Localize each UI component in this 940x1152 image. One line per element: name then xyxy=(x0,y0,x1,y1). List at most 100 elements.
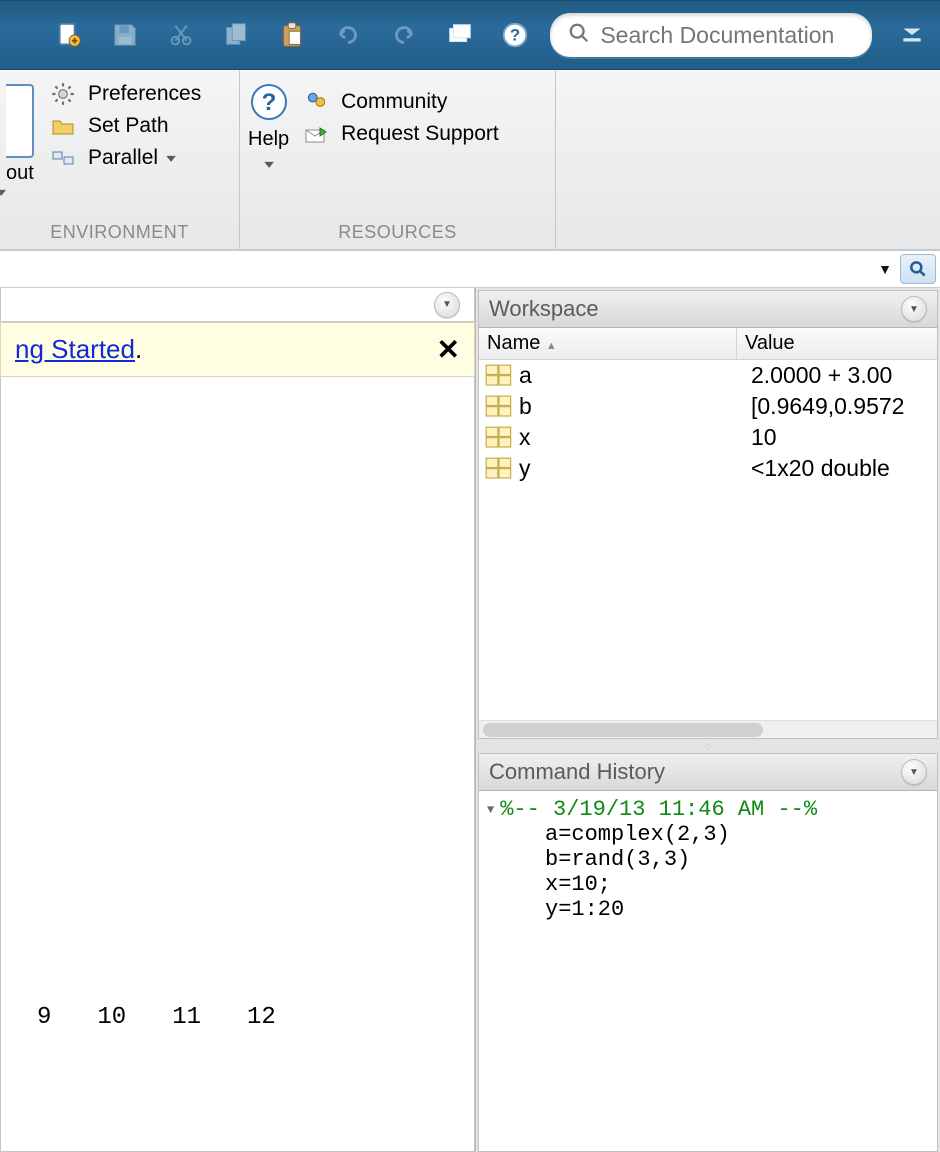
request-support-button[interactable]: Request Support xyxy=(301,118,499,150)
help-icon: ? xyxy=(249,82,289,122)
var-name: a xyxy=(519,362,751,389)
search-icon xyxy=(568,22,590,49)
windows-button[interactable] xyxy=(439,14,481,56)
panel-menu-button[interactable]: ▼ xyxy=(901,296,927,322)
redo-button[interactable] xyxy=(383,14,425,56)
parallel-button[interactable]: Parallel ▾ xyxy=(48,142,201,174)
community-label: Community xyxy=(341,90,447,114)
save-button[interactable] xyxy=(104,14,146,56)
help-main-button[interactable]: ? Help ▾ xyxy=(246,78,291,175)
main-split: ▼ ng Started. ✕ 9 10 11 12 Workspace ▼ xyxy=(0,288,940,1152)
chevron-down-icon: ▾ xyxy=(166,151,176,165)
chevron-down-icon: ▾ xyxy=(0,185,48,199)
variable-icon xyxy=(485,457,513,481)
command-history-header: Command History ▼ xyxy=(478,753,938,791)
cut-button[interactable] xyxy=(160,14,202,56)
var-name: b xyxy=(519,393,751,420)
support-icon xyxy=(301,121,331,147)
history-line[interactable]: a=complex(2,3) xyxy=(487,822,929,847)
banner-close-button[interactable]: ✕ xyxy=(437,333,460,366)
history-line[interactable]: x=10; xyxy=(487,872,929,897)
preferences-label: Preferences xyxy=(88,82,201,106)
quick-access-toolbar: ? xyxy=(0,0,940,70)
variable-icon xyxy=(485,426,513,450)
right-column: Workspace ▼ Name ▲ Value a 2.0000 + 3.00 xyxy=(476,288,940,1152)
column-value[interactable]: Value xyxy=(745,332,795,354)
panel-menu-button[interactable]: ▼ xyxy=(901,759,927,785)
variable-icon xyxy=(485,395,513,419)
var-value: <1x20 double xyxy=(751,455,890,482)
workspace-columns[interactable]: Name ▲ Value xyxy=(479,328,937,360)
current-folder-bar[interactable]: ▼ xyxy=(0,250,940,288)
getting-started-banner: ng Started. ✕ xyxy=(0,322,475,377)
workspace-row[interactable]: y <1x20 double xyxy=(479,453,937,484)
svg-text:?: ? xyxy=(261,89,276,116)
community-icon xyxy=(301,89,331,115)
var-name: x xyxy=(519,424,751,451)
output-value: 10 xyxy=(97,1004,126,1031)
output-value: 9 xyxy=(37,1004,51,1031)
parallel-label: Parallel xyxy=(88,146,158,170)
preferences-button[interactable]: Preferences xyxy=(48,78,201,110)
folder-icon xyxy=(48,113,78,139)
group-title-environment: ENVIRONMENT xyxy=(0,222,239,243)
workspace-row[interactable]: x 10 xyxy=(479,422,937,453)
svg-text:?: ? xyxy=(510,26,520,45)
sort-ascending-icon: ▲ xyxy=(546,340,557,352)
set-path-button[interactable]: Set Path xyxy=(48,110,201,142)
search-documentation[interactable] xyxy=(550,13,871,57)
community-button[interactable]: Community xyxy=(301,86,499,118)
workspace-title: Workspace xyxy=(489,296,599,322)
variable-icon xyxy=(485,364,513,388)
help-button[interactable]: ? xyxy=(495,14,537,56)
workspace-panel: Name ▲ Value a 2.0000 + 3.00 b [0.9649,0… xyxy=(478,328,938,739)
copy-button[interactable] xyxy=(215,14,257,56)
workspace-row[interactable]: b [0.9649,0.9572 xyxy=(479,391,937,422)
command-window-panel: ▼ ng Started. ✕ 9 10 11 12 xyxy=(0,288,476,1152)
history-line[interactable]: b=rand(3,3) xyxy=(487,847,929,872)
ribbon-group-resources: ? Help ▾ Community Request Support xyxy=(240,70,556,249)
ribbon-group-environment: out ▾ Preferences Set Path xyxy=(0,70,240,249)
set-path-label: Set Path xyxy=(88,114,169,138)
history-date: %-- 3/19/13 11:46 AM --% xyxy=(500,797,817,822)
paste-button[interactable] xyxy=(271,14,313,56)
command-history-panel[interactable]: ▼ %-- 3/19/13 11:46 AM --% a=complex(2,3… xyxy=(478,791,938,1152)
workspace-row[interactable]: a 2.0000 + 3.00 xyxy=(479,360,937,391)
scrollbar-thumb[interactable] xyxy=(483,723,763,737)
ribbon: out ▾ Preferences Set Path xyxy=(0,70,940,250)
history-line[interactable]: y=1:20 xyxy=(487,897,929,922)
layout-label-partial: out xyxy=(6,162,38,185)
browse-folder-button[interactable] xyxy=(900,254,936,284)
help-label: Help xyxy=(248,128,289,151)
dropdown-caret-icon[interactable]: ▼ xyxy=(878,261,892,277)
collapse-triangle-icon[interactable]: ▼ xyxy=(487,803,494,817)
horizontal-scrollbar[interactable] xyxy=(479,720,937,738)
gear-icon xyxy=(48,81,78,107)
var-value: [0.9649,0.9572 xyxy=(751,393,904,420)
command-output-numbers: 9 10 11 12 xyxy=(37,1004,276,1031)
output-value: 12 xyxy=(247,1004,276,1031)
request-support-label: Request Support xyxy=(341,122,499,146)
workspace-body[interactable]: a 2.0000 + 3.00 b [0.9649,0.9572 x 10 y … xyxy=(479,360,937,720)
var-value: 2.0000 + 3.00 xyxy=(751,362,892,389)
command-history-title: Command History xyxy=(489,759,665,785)
var-value: 10 xyxy=(751,424,777,451)
undo-button[interactable] xyxy=(327,14,369,56)
command-window-body[interactable]: 9 10 11 12 xyxy=(0,377,475,1152)
search-input[interactable] xyxy=(600,22,853,49)
new-file-button[interactable] xyxy=(48,14,90,56)
group-title-resources: RESOURCES xyxy=(240,222,555,243)
vertical-splitter[interactable]: ◌ xyxy=(476,739,940,753)
panel-menu-button[interactable]: ▼ xyxy=(434,292,460,318)
var-name: y xyxy=(519,455,751,482)
history-session-header[interactable]: ▼ %-- 3/19/13 11:46 AM --% xyxy=(487,797,929,822)
layout-button-partial[interactable]: out ▾ xyxy=(6,78,38,199)
getting-started-link[interactable]: ng Started xyxy=(15,334,135,364)
minimize-ribbon-button[interactable] xyxy=(894,15,930,55)
command-window-header: ▼ xyxy=(0,288,475,322)
getting-started-period: . xyxy=(135,334,142,364)
output-value: 11 xyxy=(172,1004,201,1031)
parallel-icon xyxy=(48,145,78,171)
workspace-header: Workspace ▼ xyxy=(478,290,938,328)
column-name[interactable]: Name xyxy=(487,332,540,354)
